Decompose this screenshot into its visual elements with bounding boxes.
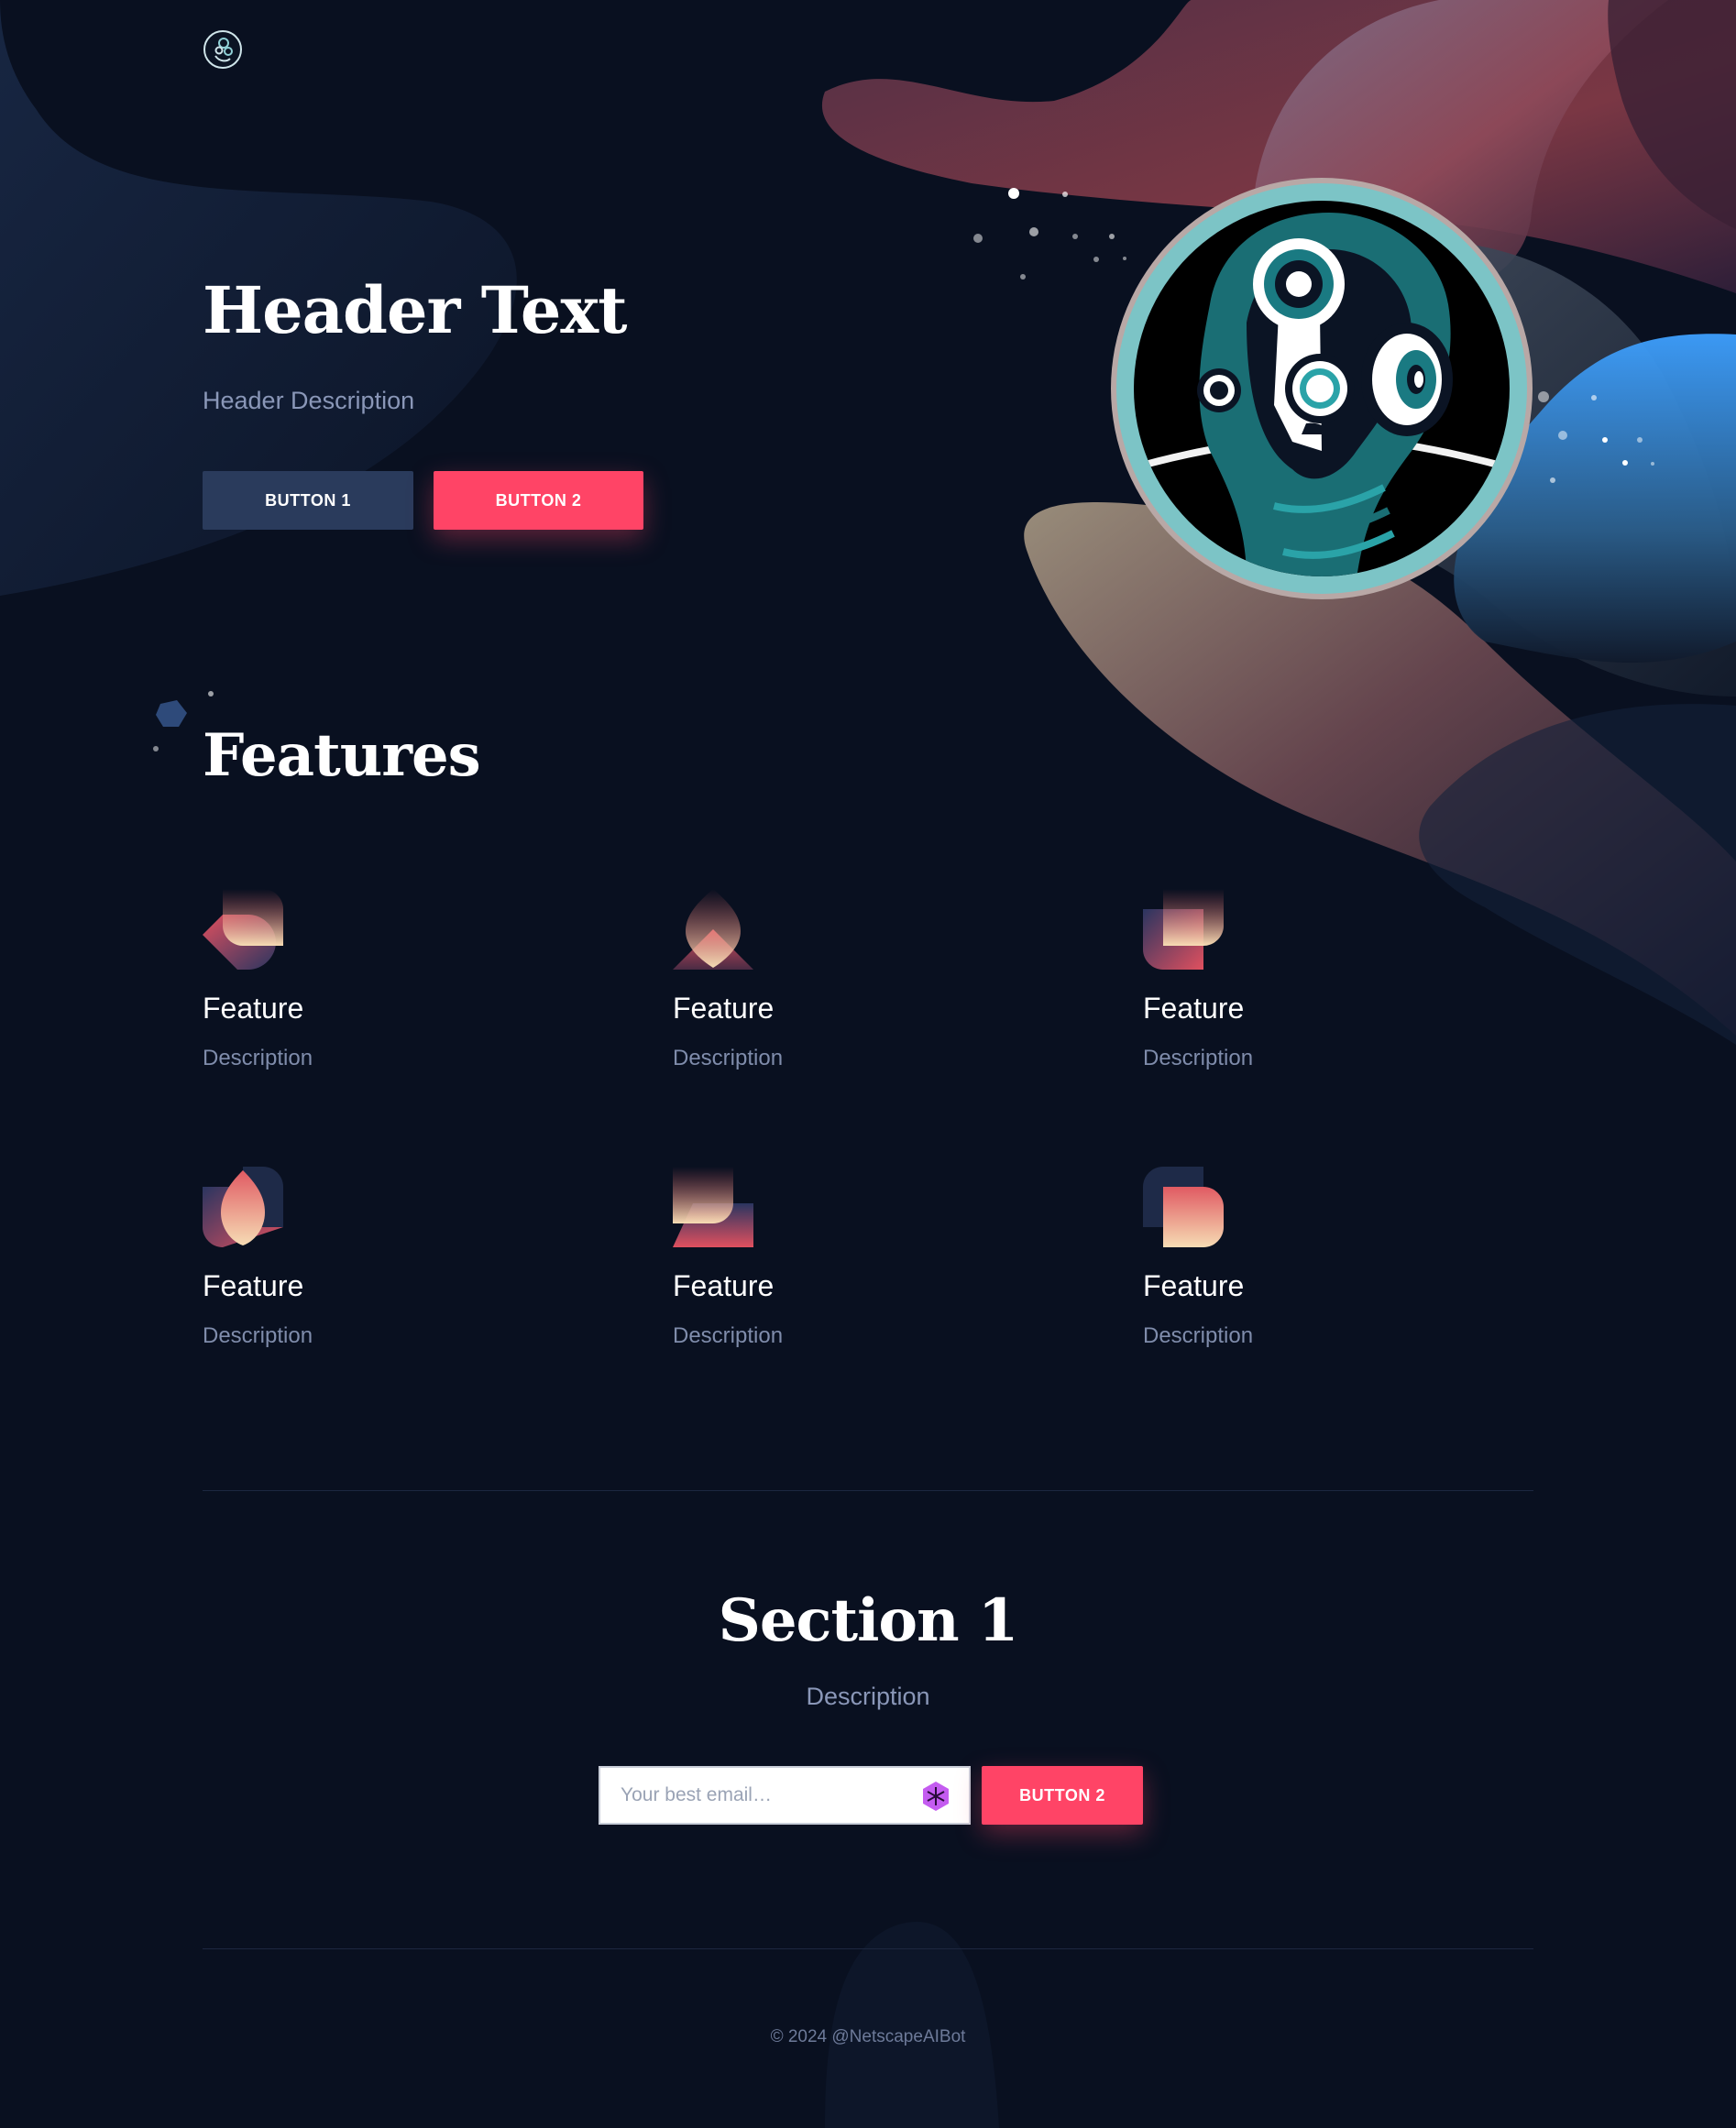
feature-description: Description (203, 1046, 313, 1070)
hero-description: Header Description (203, 387, 415, 414)
feature-title: Feature (673, 992, 775, 1025)
section-divider (203, 1490, 1533, 1491)
feature-card: Feature Description (1143, 889, 1418, 1109)
feature-card: Feature Description (673, 889, 948, 1109)
feature-card: Feature Description (673, 1167, 948, 1387)
email-field-container (599, 1766, 971, 1825)
feature-description: Description (1143, 1323, 1254, 1348)
hero-button-2[interactable]: BUTTON 2 (434, 471, 643, 530)
feature-title: Feature (673, 1269, 775, 1302)
robot-portrait-illustration (1111, 178, 1533, 599)
feature-card: Feature Description (203, 889, 478, 1109)
feature-description: Description (203, 1323, 313, 1348)
feature-title: Feature (1143, 1269, 1245, 1302)
robot-head-logo-icon[interactable] (203, 29, 243, 70)
feature-shape-icon-5 (673, 1167, 753, 1247)
hero-button-1[interactable]: BUTTON 1 (203, 471, 413, 530)
password-manager-icon[interactable] (919, 1780, 952, 1813)
feature-shape-icon-6 (1143, 1167, 1224, 1247)
footer-divider (203, 1948, 1533, 1949)
feature-description: Description (1143, 1046, 1254, 1070)
feature-title: Feature (1143, 992, 1245, 1025)
feature-shape-icon-1 (203, 889, 283, 970)
subscribe-button[interactable]: BUTTON 2 (982, 1766, 1143, 1825)
feature-card: Feature Description (203, 1167, 478, 1387)
feature-title: Feature (203, 992, 304, 1025)
feature-card: Feature Description (1143, 1167, 1418, 1387)
hero-title: Header Text (203, 272, 627, 348)
section-description: Description (806, 1683, 930, 1710)
feature-shape-icon-3 (1143, 889, 1224, 970)
section-title: Section 1 (718, 1586, 1019, 1655)
feature-description: Description (673, 1323, 784, 1348)
feature-shape-icon-2 (673, 889, 753, 970)
feature-description: Description (673, 1046, 784, 1070)
feature-shape-icon-4 (203, 1167, 283, 1247)
email-field[interactable] (600, 1768, 912, 1823)
feature-title: Feature (203, 1269, 304, 1302)
features-title: Features (203, 721, 481, 790)
footer-copyright: © 2024 @NetscapeAIBot (770, 2027, 966, 2046)
